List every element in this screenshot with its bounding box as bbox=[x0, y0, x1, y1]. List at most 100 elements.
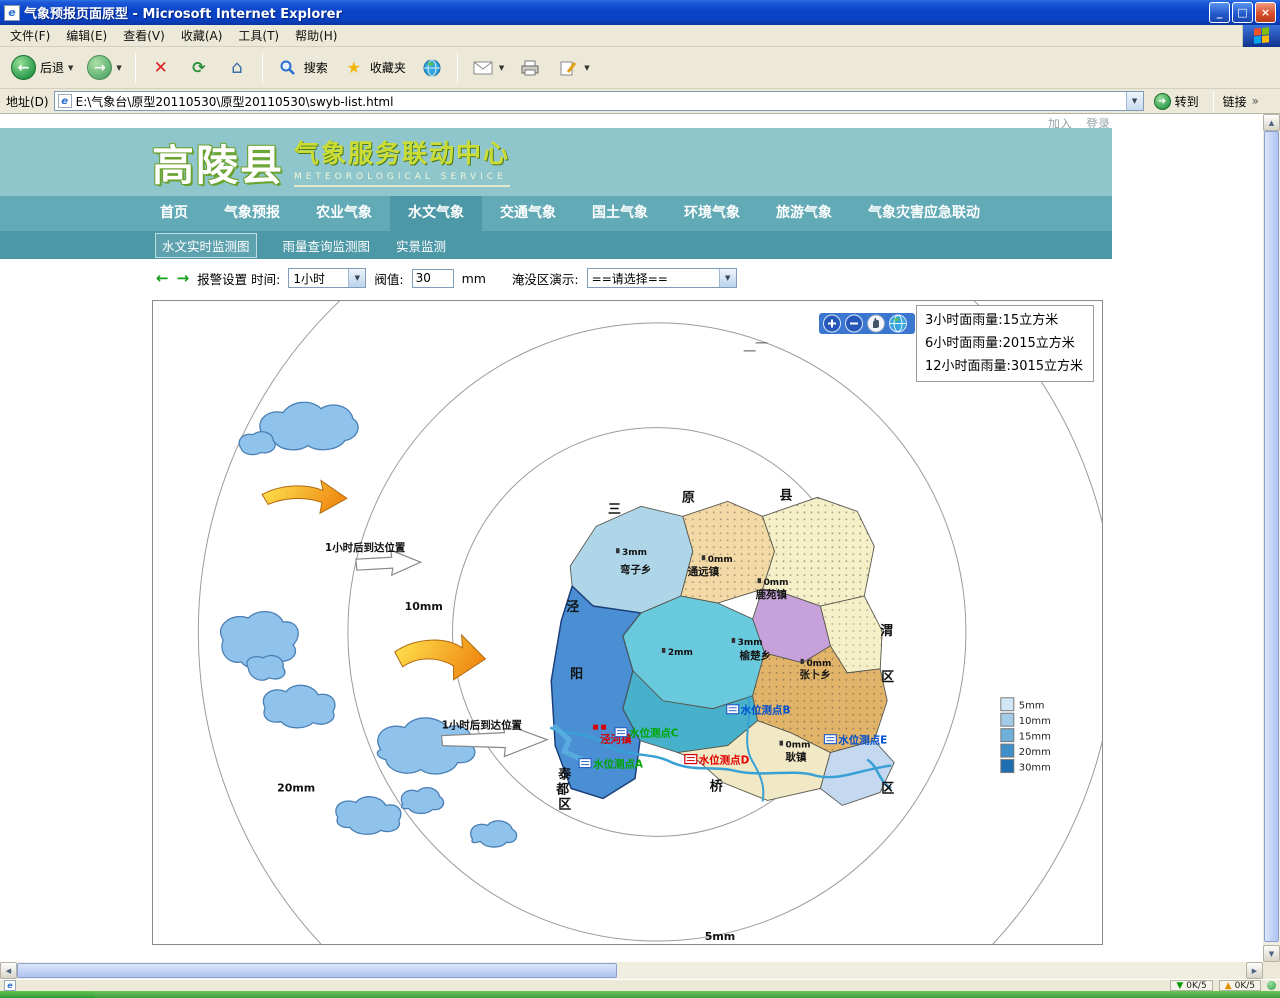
prev-arrow-icon[interactable]: ← bbox=[156, 269, 169, 287]
time-select-dropdown-icon[interactable]: ▼ bbox=[348, 269, 365, 287]
search-button[interactable]: 搜索 bbox=[271, 53, 333, 83]
logo-county: 高陵县 bbox=[152, 132, 284, 193]
forward-button[interactable]: → ▼ bbox=[82, 52, 126, 83]
flood-select[interactable]: ==请选择== ▼ bbox=[587, 268, 737, 288]
print-button[interactable] bbox=[513, 53, 547, 83]
minimize-button[interactable]: _ bbox=[1209, 2, 1230, 23]
print-icon bbox=[518, 56, 542, 80]
close-button[interactable]: × bbox=[1255, 2, 1276, 23]
scroll-up-icon[interactable]: ▲ bbox=[1263, 114, 1280, 131]
time-select[interactable]: 1小时 ▼ bbox=[288, 268, 366, 288]
download-speed: ▼ 0K/5 bbox=[1170, 980, 1212, 991]
start-button-fragment[interactable] bbox=[0, 991, 95, 998]
address-dropdown-icon[interactable]: ▼ bbox=[1126, 92, 1143, 110]
menu-item-0[interactable]: 文件(F) bbox=[2, 24, 58, 47]
go-button[interactable]: ➜ 转到 bbox=[1149, 90, 1204, 113]
next-arrow-icon[interactable]: → bbox=[177, 269, 190, 287]
nav-交通气象[interactable]: 交通气象 bbox=[482, 196, 574, 231]
subnav-水文实时监测图[interactable]: 水文实时监测图 bbox=[155, 233, 257, 258]
menu-item-5[interactable]: 帮助(H) bbox=[287, 24, 345, 47]
address-bar: 地址(D) e E:\气象台\原型20110530\原型20110530\swy… bbox=[0, 89, 1280, 114]
menu-bar-items: 文件(F)编辑(E)查看(V)收藏(A)工具(T)帮助(H) bbox=[2, 24, 345, 47]
rain-value-label: 0mm bbox=[764, 578, 789, 588]
media-button[interactable] bbox=[415, 53, 449, 83]
links-label[interactable]: 链接 bbox=[1223, 93, 1247, 110]
media-globe-icon bbox=[420, 56, 444, 80]
district-label: 县 bbox=[780, 488, 793, 503]
district-label: 区 bbox=[558, 797, 571, 812]
flood-select-dropdown-icon[interactable]: ▼ bbox=[719, 269, 736, 287]
horizontal-scrollbar[interactable]: ◀ ▶ bbox=[0, 962, 1263, 979]
tray-status-icon bbox=[1267, 981, 1276, 990]
vertical-scrollbar[interactable]: ▲ ▼ bbox=[1263, 114, 1280, 962]
subnav-雨量查询监测图[interactable]: 雨量查询监测图 bbox=[283, 236, 371, 255]
toolbar-separator bbox=[262, 53, 263, 83]
ie-page-icon: e bbox=[4, 5, 20, 21]
web-page: 加入 登录 高陵县 气象服务联动中心 METEOROLOGICAL SERVIC… bbox=[0, 114, 1263, 962]
menu-item-3[interactable]: 收藏(A) bbox=[173, 24, 231, 47]
legend-swatch-5mm bbox=[1001, 698, 1014, 711]
scroll-left-icon[interactable]: ◀ bbox=[0, 962, 17, 979]
district-label: 泾 bbox=[566, 600, 579, 615]
links-chevron-icon[interactable]: » bbox=[1252, 94, 1259, 108]
nav-水文气象[interactable]: 水文气象 bbox=[390, 196, 482, 231]
address-input[interactable]: e E:\气象台\原型20110530\原型20110530\swyb-list… bbox=[54, 91, 1144, 111]
nav-气象灾害应急联动[interactable]: 气象灾害应急联动 bbox=[850, 196, 998, 231]
home-button[interactable]: ⌂ bbox=[220, 53, 254, 83]
station-marker-水位测点D[interactable]: 水位测点D bbox=[685, 754, 750, 767]
refresh-icon: ⟳ bbox=[187, 56, 211, 80]
globe-icon[interactable] bbox=[890, 315, 907, 332]
download-speed-value: 0K/5 bbox=[1186, 981, 1206, 991]
district-label: 阳 bbox=[570, 667, 583, 682]
rain-value-label: 3mm bbox=[622, 548, 647, 558]
menu-item-1[interactable]: 编辑(E) bbox=[58, 24, 115, 47]
edit-dropdown-icon[interactable]: ▼ bbox=[584, 64, 589, 72]
status-bar: e ▼ 0K/5 ▲ 0K/5 bbox=[0, 979, 1280, 991]
nav-国土气象[interactable]: 国土气象 bbox=[574, 196, 666, 231]
scroll-right-icon[interactable]: ▶ bbox=[1246, 962, 1263, 979]
subnav-实景监测[interactable]: 实景监测 bbox=[396, 236, 446, 255]
threshold-input[interactable] bbox=[412, 269, 454, 288]
back-dropdown-icon[interactable]: ▼ bbox=[68, 64, 73, 72]
menu-item-2[interactable]: 查看(V) bbox=[115, 24, 173, 47]
pan-hand-icon[interactable] bbox=[868, 315, 885, 332]
stop-button[interactable]: ✕ bbox=[144, 53, 178, 83]
back-button[interactable]: ← 后退 ▼ bbox=[6, 52, 78, 83]
mail-button[interactable]: ▼ bbox=[466, 53, 509, 83]
nav-农业气象[interactable]: 农业气象 bbox=[298, 196, 390, 231]
maximize-button[interactable]: □ bbox=[1232, 2, 1253, 23]
map-legend: 5mm10mm15mm20mm30mm bbox=[1001, 698, 1051, 774]
favorites-icon: ★ bbox=[342, 56, 366, 80]
district-label: 渭 bbox=[880, 624, 893, 639]
menu-bar: 文件(F)编辑(E)查看(V)收藏(A)工具(T)帮助(H) bbox=[0, 25, 1280, 47]
mail-icon bbox=[471, 56, 495, 80]
nav-环境气象[interactable]: 环境气象 bbox=[666, 196, 758, 231]
scrollbar-corner bbox=[1263, 962, 1280, 979]
rain-summary-line-1: 6小时面雨量:2015立方米 bbox=[925, 332, 1093, 355]
rain-value-label: 0mm bbox=[806, 659, 831, 669]
scroll-down-icon[interactable]: ▼ bbox=[1263, 945, 1280, 962]
menu-item-4[interactable]: 工具(T) bbox=[230, 24, 287, 47]
favorites-button[interactable]: ★ 收藏夹 bbox=[337, 53, 411, 83]
zoom-in-icon[interactable] bbox=[824, 315, 841, 332]
vertical-scroll-thumb[interactable] bbox=[1264, 131, 1279, 942]
district-label: 三 bbox=[608, 502, 621, 517]
upload-speed-value: 0K/5 bbox=[1235, 981, 1255, 991]
nav-旅游气象[interactable]: 旅游气象 bbox=[758, 196, 850, 231]
site-header: 高陵县 气象服务联动中心 METEOROLOGICAL SERVICE bbox=[0, 128, 1112, 196]
horizontal-scroll-thumb[interactable] bbox=[17, 963, 617, 978]
upload-speed: ▲ 0K/5 bbox=[1219, 980, 1261, 991]
mail-dropdown-icon[interactable]: ▼ bbox=[499, 64, 504, 72]
rain-summary-line-2: 12小时面雨量:3015立方米 bbox=[925, 355, 1093, 378]
edit-button[interactable]: ▼ bbox=[551, 53, 594, 83]
zoom-out-icon[interactable] bbox=[846, 315, 863, 332]
refresh-button[interactable]: ⟳ bbox=[182, 53, 216, 83]
search-label: 搜索 bbox=[304, 59, 328, 76]
svg-text:水位测点D: 水位测点D bbox=[698, 754, 750, 767]
upload-arrow-icon: ▲ bbox=[1225, 981, 1232, 991]
nav-首页[interactable]: 首页 bbox=[142, 196, 206, 231]
legend-swatch-15mm bbox=[1001, 729, 1014, 742]
range-ring-label: 10mm bbox=[405, 600, 443, 613]
forward-dropdown-icon[interactable]: ▼ bbox=[116, 64, 121, 72]
nav-气象预报[interactable]: 气象预报 bbox=[206, 196, 298, 231]
